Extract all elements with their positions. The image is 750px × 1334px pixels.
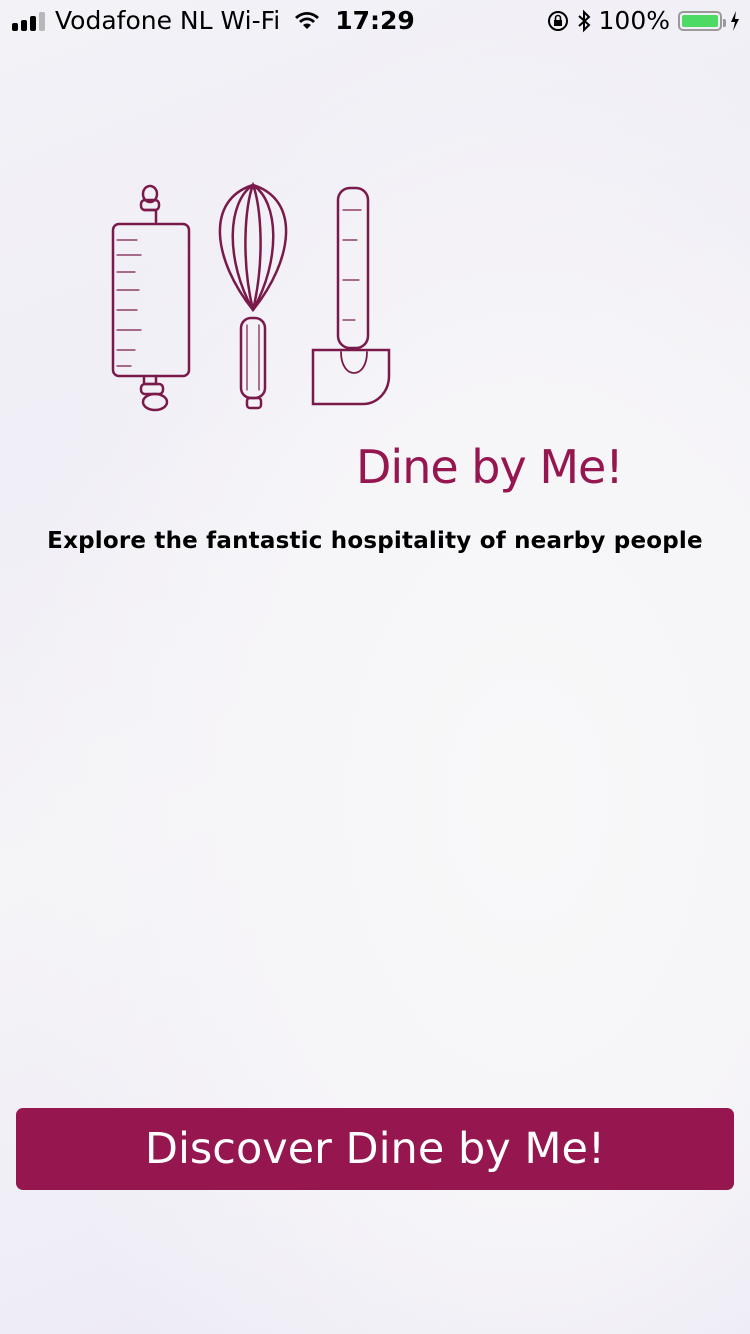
battery-icon bbox=[678, 10, 726, 31]
charging-icon bbox=[731, 10, 739, 31]
spatula-icon bbox=[311, 186, 391, 406]
orientation-lock-icon bbox=[547, 10, 568, 31]
bluetooth-icon bbox=[577, 9, 590, 32]
status-bar: Vodafone NL Wi-Fi 17:29 100% bbox=[0, 0, 750, 40]
status-left: Vodafone NL Wi-Fi bbox=[12, 6, 320, 35]
status-right: 100% bbox=[547, 6, 740, 35]
app-name: Dine by Me! bbox=[356, 440, 624, 494]
battery-percent: 100% bbox=[598, 6, 670, 35]
carrier-name: Vodafone NL Wi-Fi bbox=[55, 6, 281, 35]
rolling-pin-icon bbox=[111, 184, 191, 412]
discover-button[interactable]: Discover Dine by Me! bbox=[16, 1108, 734, 1190]
signal-icon bbox=[12, 11, 45, 31]
whisk-icon bbox=[218, 181, 288, 410]
kitchen-tools-illustration bbox=[111, 181, 391, 412]
tagline: Explore the fantastic hospitality of nea… bbox=[47, 528, 703, 554]
wifi-icon bbox=[295, 11, 320, 29]
